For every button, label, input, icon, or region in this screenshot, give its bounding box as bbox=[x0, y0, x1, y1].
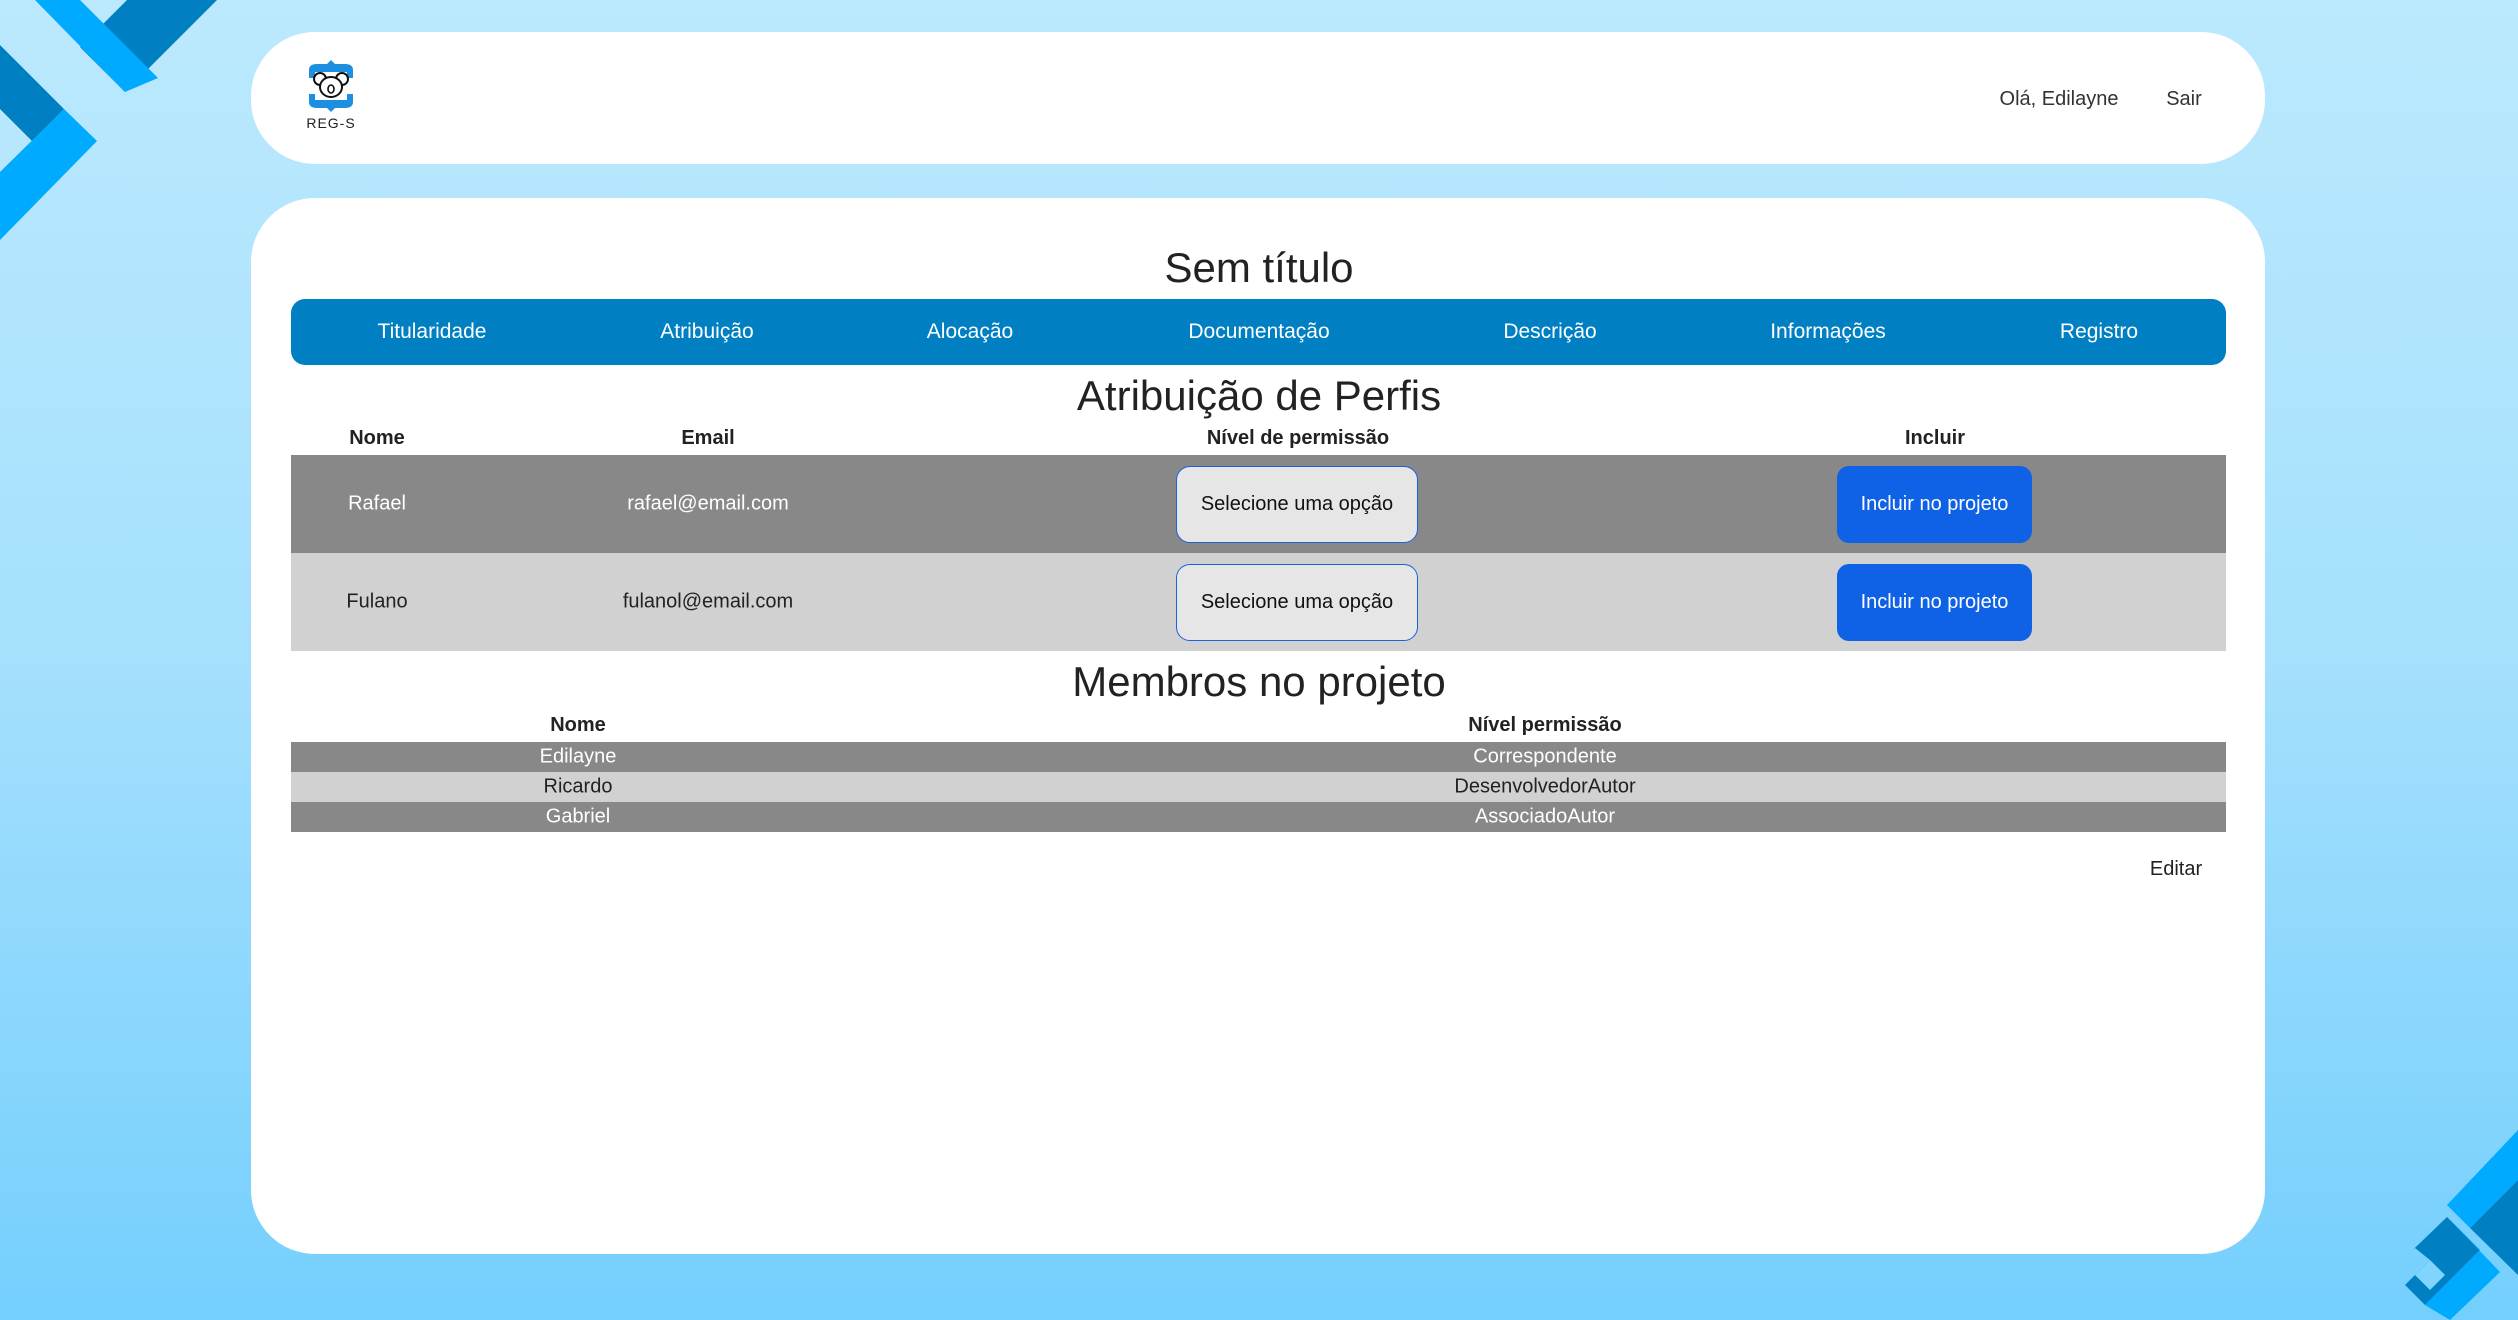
member-name: Edilayne bbox=[539, 745, 617, 768]
col-email: Email bbox=[681, 427, 735, 449]
decor-top-left bbox=[0, 0, 217, 240]
include-button[interactable]: Incluir no projeto bbox=[1837, 466, 2032, 543]
tab-titularidade[interactable]: Titularidade bbox=[378, 320, 487, 344]
edit-link[interactable]: Editar bbox=[2150, 858, 2202, 881]
user-name: Fulano bbox=[346, 590, 408, 613]
member-level: AssociadoAutor bbox=[1474, 805, 1616, 828]
tab-informacoes[interactable]: Informações bbox=[1770, 320, 1886, 344]
greeting: Olá, Edilayne bbox=[1999, 88, 2119, 110]
logo-text: REG-S bbox=[306, 115, 356, 131]
decor-bottom-right bbox=[2390, 1130, 2518, 1320]
member-level: DesenvolvedorAutor bbox=[1454, 775, 1636, 798]
member-name: Ricardo bbox=[543, 775, 613, 798]
member-level: Correspondente bbox=[1473, 745, 1617, 768]
main-panel: Sem título Titularidade Atribuição Aloca… bbox=[251, 198, 2265, 1254]
col-nivel: Nível de permissão bbox=[1206, 427, 1390, 449]
table-row: Rafael rafael@email.com Selecione uma op… bbox=[291, 455, 2226, 553]
logo[interactable]: REG-S bbox=[303, 60, 359, 134]
permission-select[interactable]: Selecione uma opção bbox=[1176, 466, 1418, 543]
logout-link[interactable]: Sair bbox=[2166, 88, 2202, 111]
member-row: Gabriel AssociadoAutor bbox=[291, 802, 2226, 832]
col-member-nome: Nome bbox=[550, 714, 606, 736]
col-member-nivel: Nível permissão bbox=[1468, 714, 1622, 736]
permission-select[interactable]: Selecione uma opção bbox=[1176, 564, 1418, 641]
members-title: Membros no projeto bbox=[1072, 658, 1446, 705]
tab-documentacao[interactable]: Documentação bbox=[1188, 320, 1329, 344]
user-name: Rafael bbox=[348, 492, 406, 515]
tab-descricao[interactable]: Descrição bbox=[1503, 320, 1596, 344]
include-button[interactable]: Incluir no projeto bbox=[1837, 564, 2032, 641]
top-header: REG-S Olá, Edilayne Sair bbox=[251, 32, 2265, 164]
tab-registro[interactable]: Registro bbox=[2060, 320, 2138, 344]
tab-atribuicao[interactable]: Atribuição bbox=[660, 320, 753, 344]
member-row: Ricardo DesenvolvedorAutor bbox=[291, 772, 2226, 802]
member-name: Gabriel bbox=[545, 805, 611, 828]
section-nav: Titularidade Atribuição Alocação Documen… bbox=[291, 299, 2226, 365]
user-email: rafael@email.com bbox=[627, 492, 789, 515]
tab-alocacao[interactable]: Alocação bbox=[927, 320, 1013, 344]
col-incluir: Incluir bbox=[1904, 427, 1966, 449]
assign-title: Atribuição de Perfis bbox=[1076, 372, 1442, 419]
member-row: Edilayne Correspondente bbox=[291, 742, 2226, 772]
user-email: fulanol@email.com bbox=[622, 590, 794, 613]
col-nome: Nome bbox=[349, 427, 405, 449]
table-row: Fulano fulanol@email.com Selecione uma o… bbox=[291, 553, 2226, 651]
project-title: Sem título bbox=[1164, 244, 1354, 291]
koala-logo-icon bbox=[309, 60, 353, 112]
